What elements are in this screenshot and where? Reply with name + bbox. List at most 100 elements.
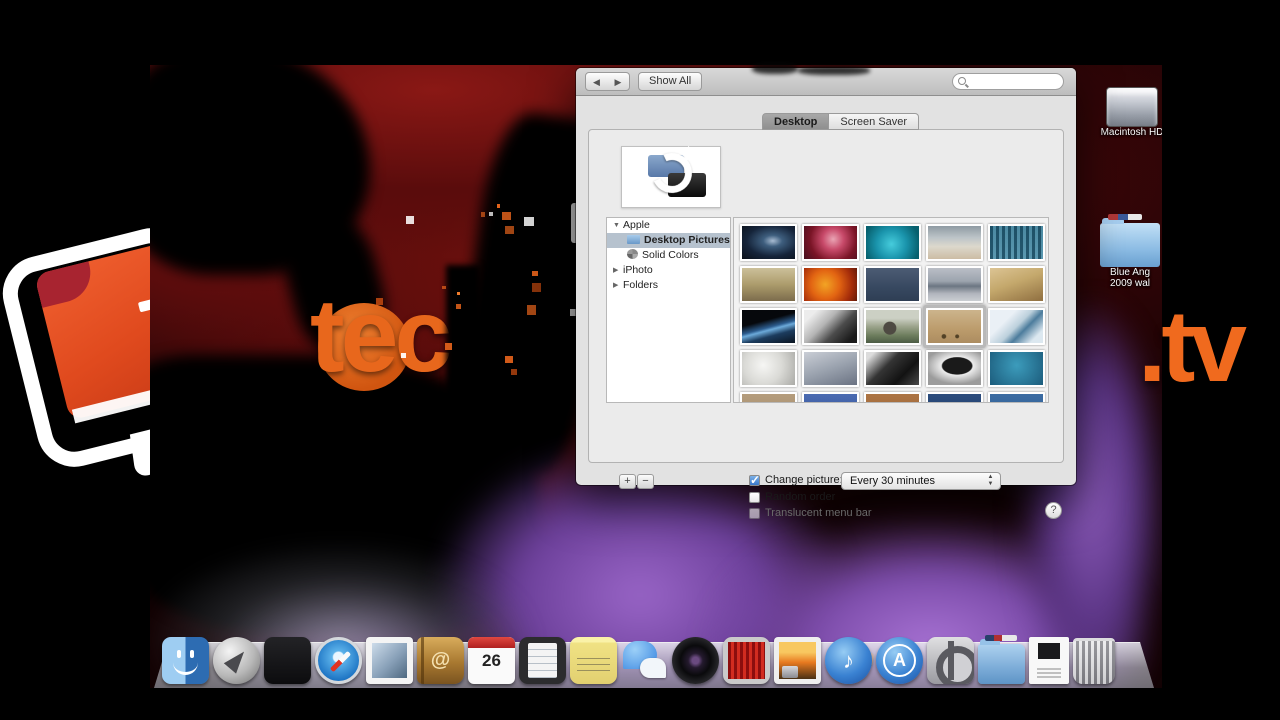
- glitch-particle: [505, 226, 514, 235]
- wallpaper-thumb-dark-slate-blue[interactable]: [864, 266, 921, 303]
- wallpaper-thumb-blue-forest[interactable]: [988, 224, 1045, 261]
- trash-icon[interactable]: [1073, 638, 1115, 684]
- camera-lens-icon[interactable]: [672, 637, 719, 684]
- wallpaper-thumb-grass-field[interactable]: [740, 266, 797, 303]
- sidebar-item-iphoto[interactable]: ▶iPhoto: [607, 263, 730, 278]
- interval-dropdown[interactable]: Every 30 minutes ▲▼: [841, 472, 1001, 490]
- finder-icon[interactable]: [162, 637, 209, 684]
- change-picture-row: Change picture:: [749, 474, 843, 486]
- tab-bar: Desktop Screen Saver: [762, 113, 919, 130]
- show-all-button[interactable]: Show All: [638, 72, 702, 91]
- desktop-icon-blue-folder[interactable]: Blue Ang 2009 wal: [1090, 223, 1162, 289]
- disclosure-triangle-icon[interactable]: ▶: [613, 278, 623, 293]
- messages-icon[interactable]: [621, 637, 668, 684]
- safari-icon[interactable]: [315, 637, 362, 684]
- iphoto-icon[interactable]: [774, 637, 821, 684]
- desktop-icon-label: Blue Ang: [1090, 267, 1162, 278]
- glitch-particle: [481, 212, 486, 217]
- search-input[interactable]: [969, 75, 1059, 88]
- translucent-checkbox[interactable]: [749, 508, 760, 519]
- calendar-icon-glyph: 26: [482, 651, 501, 671]
- change-picture-checkbox[interactable]: [749, 475, 760, 486]
- dock-icons: @26 ♪A: [162, 637, 1115, 684]
- wallpaper-thumb-white-rocks[interactable]: [740, 350, 797, 387]
- wallpaper-thumb-snowy-river[interactable]: [988, 308, 1045, 345]
- theater-icon[interactable]: [723, 637, 770, 684]
- add-folder-button[interactable]: +: [619, 474, 636, 489]
- disclosure-triangle-icon[interactable]: ▼: [613, 218, 623, 233]
- folder-icon[interactable]: [978, 644, 1025, 684]
- glitch-smudge: [798, 66, 870, 75]
- notes-icon[interactable]: [570, 637, 617, 684]
- wallpaper-grid-box: [733, 217, 1049, 403]
- random-order-label: Random order: [765, 491, 835, 503]
- wallpaper-thumb-orange-abstract[interactable]: [802, 266, 859, 303]
- wallpaper-thumb-desert-herd[interactable]: [926, 308, 983, 345]
- glitch-particle: [457, 292, 460, 295]
- calendar-icon[interactable]: 26: [468, 637, 515, 684]
- wallpaper-thumb-teal-swirl[interactable]: [864, 224, 921, 261]
- glitch-particle: [401, 353, 406, 358]
- back-button[interactable]: ◀: [585, 72, 608, 91]
- remove-folder-button[interactable]: −: [637, 474, 654, 489]
- wallpaper-thumb-golden-dune[interactable]: [988, 266, 1045, 303]
- system-preferences-window: ◀ ▶ Show All Desktop Screen Saver ▼Apple…: [576, 68, 1076, 485]
- sidebar-item-desktop-pictures[interactable]: Desktop Pictures: [607, 233, 730, 248]
- wallpaper-thumb-misty-lake[interactable]: [926, 266, 983, 303]
- disclosure-triangle-icon[interactable]: ▶: [613, 263, 623, 278]
- translucent-label: Translucent menu bar: [765, 507, 872, 519]
- wallpaper-thumb-elephant-savanna[interactable]: [864, 308, 921, 345]
- wallpaper-thumb-earth-horizon[interactable]: [740, 308, 797, 345]
- documents-icon[interactable]: [1029, 637, 1069, 684]
- tab-screen-saver[interactable]: Screen Saver: [829, 113, 919, 130]
- folder-icon: [627, 235, 640, 244]
- hard-drive-icon: [1106, 87, 1158, 127]
- tab-desktop[interactable]: Desktop: [762, 113, 829, 130]
- sidebar-item-label: Apple: [623, 219, 650, 231]
- interval-value: Every 30 minutes: [850, 475, 935, 487]
- glitch-particle: [376, 298, 383, 305]
- glitch-smudge: [752, 63, 798, 74]
- wallpaper-thumb-gray-clouds[interactable]: [802, 350, 859, 387]
- wallpaper-thumb-darkblue-partial[interactable]: [926, 392, 983, 403]
- wallpaper-thumb-beach-aerial[interactable]: [926, 224, 983, 261]
- wallpaper-thumb-moon-surface[interactable]: [802, 308, 859, 345]
- sidebar-item-solid-colors[interactable]: Solid Colors: [607, 248, 730, 263]
- letterbox-top: [0, 0, 1280, 65]
- desktop-icon-macintosh-hd[interactable]: Macintosh HD: [1094, 87, 1162, 138]
- glitch-black-streak: [446, 265, 480, 445]
- launchpad-icon[interactable]: [213, 637, 260, 684]
- sidebar-item-folders[interactable]: ▶Folders: [607, 278, 730, 293]
- glitch-particle: [442, 286, 445, 289]
- reminders-icon[interactable]: [519, 637, 566, 684]
- wallpaper-thumb-galaxy[interactable]: [740, 224, 797, 261]
- wallpaper-thumb-orange-partial[interactable]: [864, 392, 921, 403]
- wallpaper-thumb-lightblue-partial[interactable]: [988, 392, 1045, 403]
- current-wallpaper-preview[interactable]: [621, 146, 721, 208]
- random-order-row: Random order: [749, 491, 835, 503]
- wallpaper-thumb-blue-partial[interactable]: [802, 392, 859, 403]
- search-field[interactable]: [952, 73, 1064, 90]
- colors-icon: [627, 249, 638, 259]
- itunes-icon[interactable]: ♪: [825, 637, 872, 684]
- wallpaper-thumb-dark-glitch[interactable]: [864, 350, 921, 387]
- dark-app-icon[interactable]: [264, 637, 311, 684]
- app-store-icon[interactable]: A: [876, 637, 923, 684]
- sidebar-item-apple[interactable]: ▼Apple: [607, 218, 730, 233]
- video-frame: tec Macintosh HD Blue Ang 2009 wal zen @…: [0, 0, 1280, 720]
- wallpaper-thumb-tan-partial[interactable]: [740, 392, 797, 403]
- wallpaper-thumb-teal-texture[interactable]: [988, 350, 1045, 387]
- random-order-checkbox[interactable]: [749, 492, 760, 503]
- sysprefs-icon[interactable]: [927, 637, 974, 684]
- wallpaper-thumb-zen-stone[interactable]: [926, 350, 983, 387]
- wallpaper-thumb-red-abstract[interactable]: [802, 224, 859, 261]
- search-icon: [958, 77, 966, 85]
- glitch-particle: [406, 216, 414, 224]
- help-button[interactable]: ?: [1045, 502, 1062, 519]
- forward-button[interactable]: ▶: [607, 72, 630, 91]
- glitch-particle: [532, 283, 541, 292]
- glitch-particle: [497, 204, 500, 207]
- folder-icon: [1100, 223, 1160, 267]
- contacts-icon[interactable]: @: [417, 637, 464, 684]
- mail-icon[interactable]: [366, 637, 413, 684]
